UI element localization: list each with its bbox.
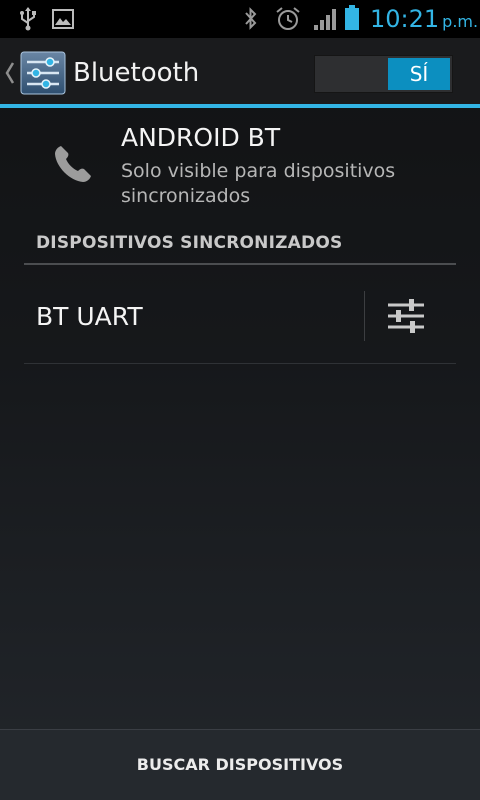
paired-device-row[interactable]: BT UART <box>24 266 456 364</box>
status-bar: 10:21 p.m. <box>0 0 480 38</box>
phone-icon <box>55 146 91 182</box>
battery-icon <box>345 5 359 30</box>
settings-sliders-icon[interactable] <box>20 51 66 95</box>
action-bar: Bluetooth SÍ <box>0 38 480 108</box>
image-icon <box>52 9 74 29</box>
toggle-on-label: SÍ <box>388 58 450 90</box>
settings-sliders-icon <box>388 299 424 333</box>
row-separator <box>364 291 365 341</box>
section-header-paired: DISPOSITIVOS SINCRONIZADOS <box>36 233 343 253</box>
search-devices-button[interactable]: BUSCAR DISPOSITIVOS <box>0 730 480 800</box>
page-title: Bluetooth <box>73 58 200 88</box>
local-device-visibility[interactable]: Solo visible para dispositivos sincroniz… <box>121 159 451 209</box>
signal-icon <box>314 9 336 30</box>
alarm-icon <box>276 7 300 30</box>
local-device-name[interactable]: ANDROID BT <box>121 123 280 153</box>
clock-time: 10:21 <box>370 5 440 33</box>
section-divider <box>24 263 456 265</box>
clock-ampm: p.m. <box>442 12 479 31</box>
bluetooth-toggle[interactable]: SÍ <box>314 55 453 93</box>
usb-icon <box>20 7 36 31</box>
bluetooth-icon <box>245 7 257 30</box>
back-caret-icon[interactable] <box>4 60 16 86</box>
paired-device-name[interactable]: BT UART <box>36 302 143 332</box>
status-clock: 10:21 p.m. <box>370 4 478 34</box>
device-settings-button[interactable] <box>374 284 454 348</box>
bottom-bar: BUSCAR DISPOSITIVOS <box>0 729 480 800</box>
